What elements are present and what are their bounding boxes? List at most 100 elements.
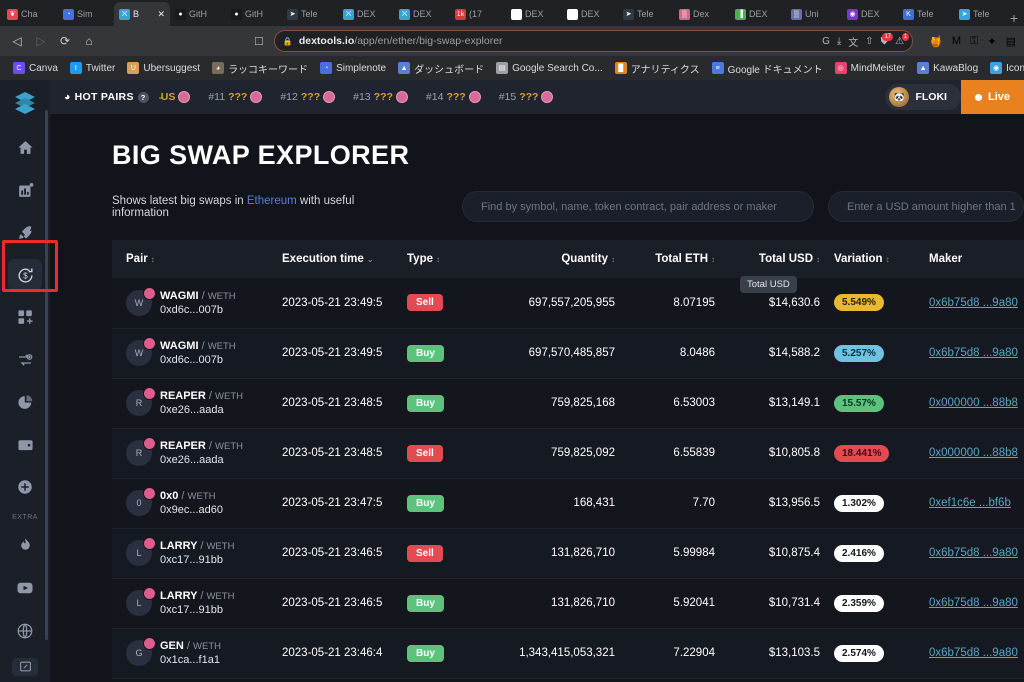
col-type[interactable]: Type↕: [405, 240, 475, 278]
honey-icon[interactable]: 🍯: [929, 35, 943, 48]
sidebar-item-wallet[interactable]: [8, 429, 42, 460]
bookmark-item[interactable]: CCanva: [8, 60, 63, 76]
cell-pair[interactable]: RREAPER / WETH0xe26...aada: [112, 428, 280, 478]
browser-tab[interactable]: KTele: [898, 2, 954, 26]
download-icon[interactable]: ⤓: [837, 36, 841, 47]
live-indicator[interactable]: Live: [961, 80, 1024, 114]
cell-pair[interactable]: LLARRY / WETH0xc17...91bb: [112, 578, 280, 628]
hot-pair-item[interactable]: #11???: [208, 91, 262, 103]
cell-maker[interactable]: 0x6b75d8 ...9a80: [915, 628, 1024, 678]
maker-link[interactable]: 0x6b75d8 ...9a80: [929, 547, 1018, 559]
browser-tab[interactable]: ●GitH: [226, 2, 282, 26]
maker-link[interactable]: 0x6b75d8 ...9a80: [929, 597, 1018, 609]
browser-tab[interactable]: ❦Cha: [2, 2, 58, 26]
browser-tab[interactable]: ◉DEX: [842, 2, 898, 26]
help-icon[interactable]: ?: [138, 92, 149, 103]
browser-tab[interactable]: ➤Tele: [954, 2, 1006, 26]
translate-google-icon[interactable]: G: [822, 36, 830, 47]
cell-maker[interactable]: 0xef1c6e ...bf6b: [915, 478, 1024, 528]
browser-tab[interactable]: ⨉DEX: [338, 2, 394, 26]
maker-link[interactable]: 0x000000 ...88b8: [929, 447, 1018, 459]
col-total-eth[interactable]: Total ETH↕: [615, 240, 715, 278]
maker-link[interactable]: 0x6b75d8 ...9a80: [929, 647, 1018, 659]
col-execution-time[interactable]: Execution time⌄: [280, 240, 405, 278]
bitwarden-icon[interactable]: ⚿: [970, 35, 978, 48]
sidebar-item-add[interactable]: [8, 472, 42, 503]
cell-pair[interactable]: 00x0 / WETH0x9ec...ad60: [112, 478, 280, 528]
browser-tab[interactable]: ●GitH: [170, 2, 226, 26]
cell-maker[interactable]: 0x6b75d8 ...9a80: [915, 528, 1024, 578]
alert-icon[interactable]: ⚠1: [895, 36, 904, 47]
hot-pair-item[interactable]: #15???: [499, 91, 554, 103]
sidebar-item-multichart[interactable]: [8, 302, 42, 333]
browser-tab[interactable]: ➤Tele: [282, 2, 338, 26]
table-row[interactable]: RREAPER / WETH0xe26...aada2023-05-21 23:…: [112, 428, 1024, 478]
bookmark-star-icon[interactable]: ☐: [254, 35, 264, 48]
table-row[interactable]: 00x0 / WETH0x9ec...ad602023-05-21 23:47:…: [112, 478, 1024, 528]
table-row[interactable]: LLARRY / WETH0xc17...91bb2023-05-21 23:4…: [112, 578, 1024, 628]
col-total-usd[interactable]: Total USD↕: [715, 240, 820, 278]
share-icon[interactable]: ⇧: [865, 36, 873, 47]
sidebar-item-videos[interactable]: [8, 573, 42, 604]
browser-tab[interactable]: ➤Tele: [618, 2, 674, 26]
hot-pair-item[interactable]: #14???: [426, 91, 481, 103]
bookmark-item[interactable]: ◎MindMeister: [830, 60, 910, 76]
browser-tab[interactable]: ▐DEX: [730, 2, 786, 26]
table-row[interactable]: RREAPER / WETH0xe26...aada2023-05-21 23:…: [112, 378, 1024, 428]
cell-pair[interactable]: LLARRY / WETH0xc17...91bb: [112, 528, 280, 578]
browser-tab[interactable]: ▒Uni: [786, 2, 842, 26]
browser-tab[interactable]: ⨉B✕: [114, 2, 170, 26]
sidebar-item-stats[interactable]: [8, 387, 42, 418]
bookmark-item[interactable]: █アナリティクス: [610, 59, 705, 78]
hot-pair-item[interactable]: ̵US: [161, 91, 191, 103]
cell-maker[interactable]: 0x6b75d8 ...9a80: [915, 578, 1024, 628]
wallet-icon[interactable]: ▤: [1006, 35, 1016, 48]
bookmark-item[interactable]: tTwitter: [65, 60, 120, 76]
hot-pair-item[interactable]: #12???: [280, 91, 335, 103]
table-row[interactable]: GGEN / WETH0x1ca...f1a12023-05-21 23:46:…: [112, 628, 1024, 678]
ethereum-link[interactable]: Ethereum: [247, 195, 297, 207]
bookmark-item[interactable]: ▤Google Search Co...: [491, 60, 608, 76]
hot-pair-item[interactable]: #13???: [353, 91, 408, 103]
shield-icon[interactable]: ⛊17: [881, 36, 889, 47]
search-input[interactable]: Find by symbol, name, token contract, pa…: [462, 191, 814, 222]
cell-maker[interactable]: 0x6b75d8 ...9a80: [915, 328, 1024, 378]
reload-icon[interactable]: ⟳: [56, 32, 74, 50]
floki-pair-button[interactable]: 🐼 FLOKI: [885, 84, 961, 110]
table-row[interactable]: WWAGMI / WETH0xd6c...007b2023-05-21 23:4…: [112, 328, 1024, 378]
browser-tab[interactable]: ●●DEX: [506, 2, 562, 26]
table-row[interactable]: WWAGMI / WETH0xd6c...007b2023-05-21 23:4…: [112, 278, 1024, 328]
browser-tab[interactable]: 1k(17: [450, 2, 506, 26]
home-icon[interactable]: ⌂: [80, 32, 98, 50]
bookmark-item[interactable]: ◉IconScout: [985, 60, 1024, 76]
back-icon[interactable]: ◁: [8, 32, 26, 50]
browser-tab[interactable]: ●●DEX: [562, 2, 618, 26]
cell-pair[interactable]: RREAPER / WETH0xe26...aada: [112, 378, 280, 428]
sidebar-scrollbar[interactable]: [45, 110, 48, 640]
sidebar-item-big-swap-explorer[interactable]: $: [8, 259, 42, 290]
forward-icon[interactable]: ▷: [32, 32, 50, 50]
col-maker[interactable]: Maker: [915, 240, 1024, 278]
bookmark-item[interactable]: ◔Simplenote: [315, 60, 391, 76]
sidebar-item-home[interactable]: [8, 132, 42, 163]
cell-pair[interactable]: GGEN / WETH0x1ca...f1a1: [112, 628, 280, 678]
browser-tab[interactable]: ⨉DEX: [394, 2, 450, 26]
sidebar-item-network[interactable]: [8, 615, 42, 646]
bookmark-item[interactable]: ≡Google ドキュメント: [707, 59, 828, 78]
maker-link[interactable]: 0xef1c6e ...bf6b: [929, 497, 1011, 509]
maker-link[interactable]: 0x6b75d8 ...9a80: [929, 347, 1018, 359]
bookmark-item[interactable]: ▲KawaBlog: [912, 60, 983, 76]
browser-tab[interactable]: ◔Sim: [58, 2, 114, 26]
col-quantity[interactable]: Quantity↕: [475, 240, 615, 278]
cell-maker[interactable]: 0x000000 ...88b8: [915, 378, 1024, 428]
address-bar[interactable]: 🔒 dextools.io/app/en/ether/big-swap-expl…: [274, 30, 913, 52]
sidebar-item-swap[interactable]: [8, 344, 42, 375]
bookmark-item[interactable]: UUbersuggest: [122, 60, 205, 76]
sidebar-item-launch[interactable]: [8, 217, 42, 248]
m-extension-icon[interactable]: M: [952, 35, 961, 47]
dextools-logo[interactable]: [10, 88, 40, 118]
col-pair[interactable]: Pair↕: [112, 240, 280, 278]
new-tab-button[interactable]: +: [1006, 10, 1022, 26]
cell-pair[interactable]: WWAGMI / WETH0xd6c...007b: [112, 278, 280, 328]
table-row[interactable]: LLARRY / WETH0xc17...91bb2023-05-21 23:4…: [112, 528, 1024, 578]
